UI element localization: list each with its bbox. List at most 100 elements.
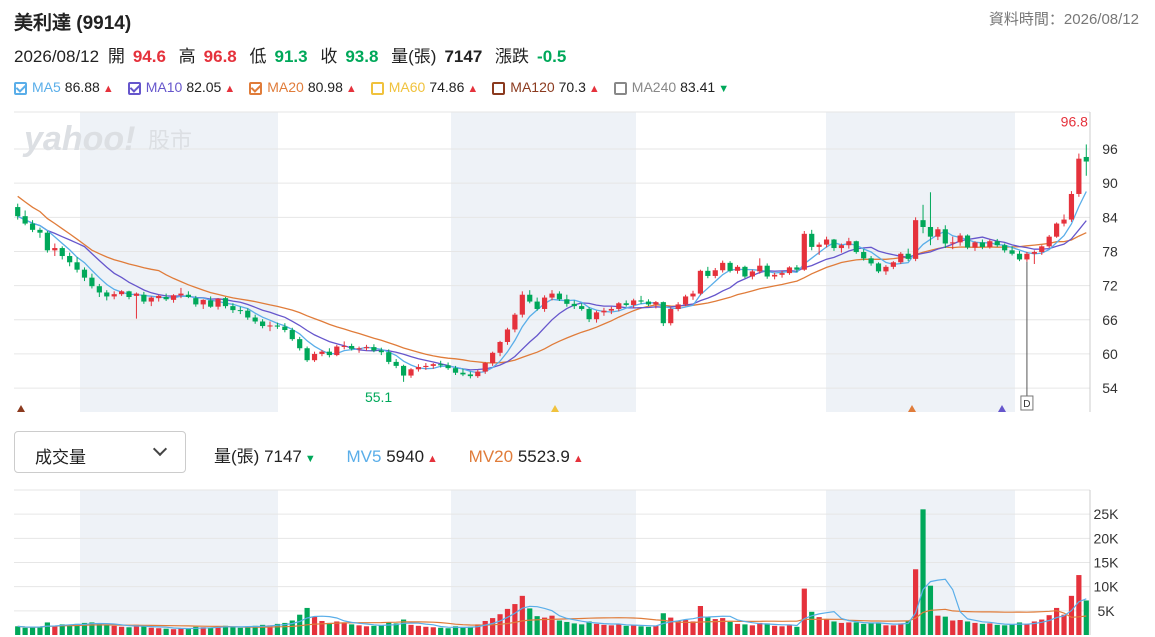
candle-body xyxy=(119,291,125,295)
volume-bar xyxy=(913,569,919,635)
candle-body xyxy=(764,265,770,277)
candle-body xyxy=(22,216,28,224)
candle-body xyxy=(1061,219,1067,224)
candle-body xyxy=(326,351,332,356)
candle-body xyxy=(831,239,837,249)
ma-legend-ma60[interactable]: MA60 74.86 ▲ xyxy=(370,79,478,96)
mv5-legend-item: MV5 5940 ▲ xyxy=(346,447,438,466)
volume-bar xyxy=(1046,615,1052,635)
candle-body xyxy=(230,306,236,311)
candle-body xyxy=(200,299,206,305)
shaded-band xyxy=(451,112,636,412)
volume-bar xyxy=(185,628,191,635)
volume-bar xyxy=(311,616,318,635)
volume-bar xyxy=(512,604,518,635)
candle-body xyxy=(682,296,689,305)
volume-bar xyxy=(460,627,466,635)
candle-body xyxy=(170,295,177,300)
candle-body xyxy=(274,325,281,327)
volume-bar xyxy=(801,588,807,635)
candle-body xyxy=(920,220,926,227)
indicator-select[interactable]: 成交量 xyxy=(14,431,186,473)
ma-name: MA5 xyxy=(32,79,61,96)
min-price-label: 55.1 xyxy=(365,389,392,405)
volume-bar xyxy=(794,626,800,635)
volume-bar xyxy=(549,615,555,635)
ma-legend-ma120[interactable]: MA120 70.3 ▲ xyxy=(492,79,600,96)
candle-body xyxy=(638,300,644,302)
volume-bar xyxy=(408,624,414,635)
candle-body xyxy=(512,314,518,330)
candle-body xyxy=(905,253,911,259)
ma-name: MA240 xyxy=(631,79,677,96)
volume-bar xyxy=(742,624,748,635)
volume-bar xyxy=(156,628,162,635)
volume-bar xyxy=(37,626,43,635)
candle-body xyxy=(178,293,184,296)
candle-body xyxy=(950,242,956,244)
candle-body xyxy=(1083,156,1089,162)
candle-body xyxy=(846,241,852,246)
candle-body xyxy=(1031,252,1037,254)
candle-body xyxy=(44,232,50,251)
quote-volume: 量(張) 7147 xyxy=(391,47,483,66)
volume-bar xyxy=(208,627,214,635)
candle-body xyxy=(779,273,785,275)
volume-bar xyxy=(697,606,704,635)
checkbox-checked-icon[interactable] xyxy=(127,82,141,96)
volume-bar xyxy=(363,626,370,635)
candle-body xyxy=(942,229,948,244)
volume-bar xyxy=(445,628,451,635)
candle-body xyxy=(237,310,243,312)
candle-body xyxy=(133,293,140,296)
ma-name: MA10 xyxy=(145,79,183,96)
candle-body xyxy=(972,242,978,248)
volume-bar xyxy=(935,615,941,635)
candle-body xyxy=(334,346,340,356)
candle-body xyxy=(148,297,154,302)
checkbox-icon[interactable] xyxy=(613,82,627,96)
ma-legend-ma20[interactable]: MA20 80.98 ▲ xyxy=(249,79,357,96)
triangle-up-icon: ▲ xyxy=(345,83,357,96)
candle-body xyxy=(311,353,318,361)
candle-body xyxy=(1039,246,1045,253)
ma-legend-ma10[interactable]: MA10 82.05 ▲ xyxy=(127,79,235,96)
candle-body xyxy=(571,303,577,307)
candle-body xyxy=(430,364,436,366)
candle-body xyxy=(801,233,807,270)
marker-label: D xyxy=(1023,399,1030,410)
volume-bar xyxy=(519,595,525,635)
candle-body xyxy=(720,262,726,271)
ma-name: MA120 xyxy=(510,79,555,96)
volume-bar xyxy=(668,617,674,635)
candle-body xyxy=(282,326,288,331)
candle-body xyxy=(883,266,889,272)
candle-body xyxy=(289,330,295,340)
candle-body xyxy=(809,233,815,247)
checkbox-checked-icon[interactable] xyxy=(14,82,27,96)
candle-body xyxy=(400,365,407,376)
candle-body xyxy=(356,348,362,350)
volume-bar xyxy=(349,624,355,635)
triangle-up-icon: ▲ xyxy=(427,453,438,465)
volume-bar xyxy=(1083,600,1089,635)
volume-bar xyxy=(571,623,577,635)
candle-body xyxy=(67,256,73,263)
volume-bar xyxy=(527,608,533,635)
volume-bar xyxy=(341,622,347,635)
ma-legend-ma240[interactable]: MA240 83.41 ▼ xyxy=(613,79,729,96)
candle-body xyxy=(304,348,310,361)
volume-bar xyxy=(304,607,310,635)
checkbox-icon[interactable] xyxy=(492,82,506,96)
candle-body xyxy=(215,298,221,307)
ma-legend-ma5[interactable]: MA5 86.88 ▲ xyxy=(14,79,114,96)
candle-body xyxy=(267,325,273,327)
volume-bar xyxy=(883,625,889,635)
candle-body xyxy=(490,352,496,364)
candle-body xyxy=(504,329,511,342)
checkbox-checked-icon[interactable] xyxy=(249,82,263,96)
candle-body xyxy=(1002,245,1008,251)
checkbox-icon[interactable] xyxy=(370,82,384,96)
candle-body xyxy=(297,339,303,349)
candle-body xyxy=(898,253,904,263)
